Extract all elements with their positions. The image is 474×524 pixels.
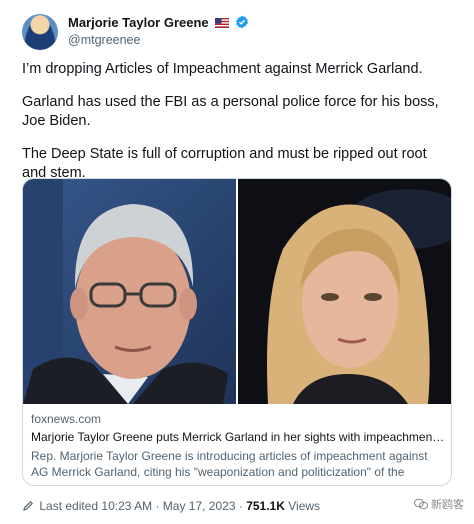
tweet-text: I’m dropping Articles of Impeachment aga… bbox=[22, 60, 452, 197]
card-domain[interactable]: foxnews.com bbox=[31, 411, 445, 427]
tweet-paragraph: I’m dropping Articles of Impeachment aga… bbox=[22, 61, 423, 77]
author-name-row[interactable]: Marjorie Taylor Greene bbox=[68, 15, 249, 32]
watermark-text: 新鸥客 bbox=[431, 499, 464, 511]
avatar[interactable] bbox=[22, 14, 58, 50]
watermark: 新鸥客 bbox=[413, 496, 464, 513]
tweet-header: Marjorie Taylor Greene @mtgreenee bbox=[22, 12, 452, 52]
us-flag-icon bbox=[215, 16, 230, 31]
card-description: Rep. Marjorie Taylor Greene is introduci… bbox=[31, 449, 428, 479]
edit-pencil-icon[interactable] bbox=[22, 500, 34, 515]
separator: · bbox=[155, 499, 160, 513]
author-name[interactable]: Marjorie Taylor Greene bbox=[68, 15, 209, 30]
link-preview-card[interactable]: foxnews.com Marjorie Taylor Greene puts … bbox=[22, 178, 452, 486]
post-date[interactable]: May 17, 2023 bbox=[163, 499, 236, 513]
tweet-meta: Last edited 10:23 AM · May 17, 2023 · 75… bbox=[22, 499, 462, 515]
garland-photo bbox=[23, 179, 236, 404]
edit-timestamp[interactable]: Last edited 10:23 AM bbox=[39, 499, 152, 513]
views-count: 751.1K bbox=[246, 499, 285, 513]
verified-badge-icon bbox=[235, 15, 249, 32]
card-image[interactable] bbox=[23, 179, 451, 404]
card-text[interactable]: foxnews.com Marjorie Taylor Greene puts … bbox=[31, 411, 445, 480]
watermark-logo-icon bbox=[413, 498, 428, 513]
separator: · bbox=[238, 499, 243, 513]
tweet-paragraph: Garland has used the FBI as a personal p… bbox=[22, 94, 439, 129]
card-title[interactable]: Marjorie Taylor Greene puts Merrick Garl… bbox=[31, 429, 445, 445]
greene-photo bbox=[238, 179, 451, 404]
author-handle[interactable]: @mtgreenee bbox=[68, 33, 140, 47]
views-label: Views bbox=[288, 499, 321, 513]
